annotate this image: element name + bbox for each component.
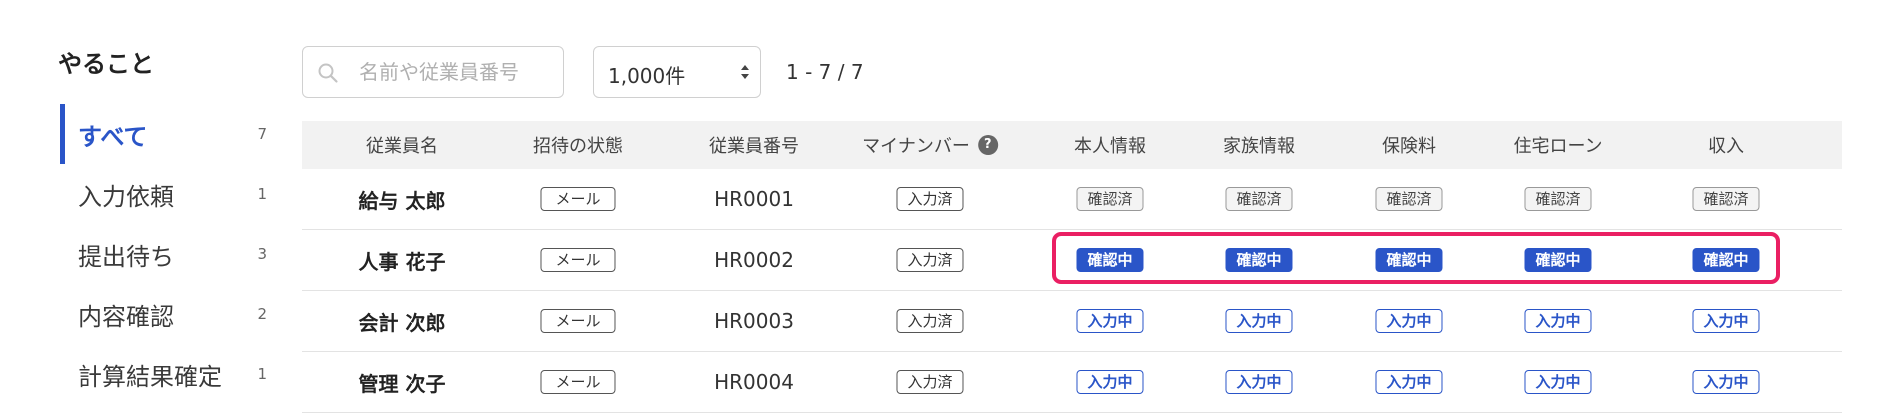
mynumber-status-badge: 入力済: [896, 370, 964, 394]
self-info-status-badge[interactable]: 入力中: [1076, 370, 1144, 394]
mynumber-status-badge: 入力済: [896, 309, 964, 333]
sidebar-item-label: すべて: [78, 122, 148, 151]
invite-status-badge: メール: [540, 370, 616, 394]
self-info-status-badge[interactable]: 確認済: [1076, 187, 1144, 211]
family-info-status-badge[interactable]: 入力中: [1225, 370, 1293, 394]
column-header-self[interactable]: 本人情報: [1074, 121, 1146, 169]
table-row[interactable]: 管理 次子 メール HR0004 入力済 入力中 入力中 入力中 入力中 入力中: [302, 352, 1842, 413]
search-box[interactable]: [302, 46, 564, 98]
income-status-badge[interactable]: 入力中: [1692, 370, 1760, 394]
employee-number: HR0004: [714, 370, 794, 394]
employee-number: HR0001: [714, 187, 794, 211]
insurance-status-badge[interactable]: 入力中: [1375, 370, 1443, 394]
table-row[interactable]: 人事 花子 メール HR0002 入力済 確認中 確認中 確認中 確認中 確認中: [302, 230, 1842, 291]
employee-name[interactable]: 人事 花子: [359, 246, 446, 275]
pagination-range: 1 - 7 / 7: [786, 60, 864, 84]
search-input[interactable]: [359, 57, 549, 87]
table-header: 従業員名 招待の状態 従業員番号 マイナンバー ? 本人情報 家族情報 保険料 …: [302, 121, 1842, 169]
column-header-income[interactable]: 収入: [1708, 121, 1744, 169]
mynumber-status-badge: 入力済: [896, 248, 964, 272]
family-info-status-badge[interactable]: 入力中: [1225, 309, 1293, 333]
insurance-status-badge[interactable]: 入力中: [1375, 309, 1443, 333]
sidebar-item-count: 1: [257, 365, 267, 383]
per-page-value: 1,000件: [608, 64, 686, 88]
family-info-status-badge[interactable]: 確認中: [1225, 248, 1293, 272]
sidebar-item-count: 3: [257, 245, 267, 263]
employee-table: 従業員名 招待の状態 従業員番号 マイナンバー ? 本人情報 家族情報 保険料 …: [302, 121, 1842, 413]
sidebar-item-label: 計算結果確定: [78, 362, 222, 391]
loan-status-badge[interactable]: 確認済: [1524, 187, 1592, 211]
loan-status-badge[interactable]: 入力中: [1524, 370, 1592, 394]
invite-status-badge: メール: [540, 187, 616, 211]
loan-status-badge[interactable]: 確認中: [1524, 248, 1592, 272]
family-info-status-badge[interactable]: 確認済: [1225, 187, 1293, 211]
insurance-status-badge[interactable]: 確認中: [1375, 248, 1443, 272]
column-header-insurance[interactable]: 保険料: [1382, 121, 1436, 169]
sidebar-item-all[interactable]: すべて 7: [60, 104, 275, 164]
column-header-label: マイナンバー: [862, 136, 970, 157]
loan-status-badge[interactable]: 入力中: [1524, 309, 1592, 333]
column-header-family[interactable]: 家族情報: [1223, 121, 1295, 169]
sidebar-item-input-request[interactable]: 入力依頼 1: [60, 164, 275, 224]
insurance-status-badge[interactable]: 確認済: [1375, 187, 1443, 211]
column-header-mynumber[interactable]: マイナンバー ?: [862, 121, 998, 169]
invite-status-badge: メール: [540, 309, 616, 333]
sidebar-item-label: 内容確認: [78, 302, 174, 331]
sidebar-item-count: 2: [257, 305, 267, 323]
invite-status-badge: メール: [540, 248, 616, 272]
employee-name[interactable]: 管理 次子: [359, 368, 446, 397]
sidebar-item-calc-confirm[interactable]: 計算結果確定 1: [60, 344, 275, 404]
column-header-invite[interactable]: 招待の状態: [533, 121, 623, 169]
employee-name[interactable]: 会計 次郎: [359, 307, 446, 336]
sidebar: やること すべて 7 入力依頼 1 提出待ち 3 内容確認 2 計算結果確定 1: [0, 0, 290, 416]
search-icon: [318, 63, 338, 83]
table-row[interactable]: 給与 太郎 メール HR0001 入力済 確認済 確認済 確認済 確認済 確認済: [302, 169, 1842, 230]
income-status-badge[interactable]: 確認済: [1692, 187, 1760, 211]
sidebar-item-count: 7: [257, 125, 267, 143]
self-info-status-badge[interactable]: 確認中: [1076, 248, 1144, 272]
sidebar-item-label: 提出待ち: [78, 242, 174, 271]
mynumber-status-badge: 入力済: [896, 187, 964, 211]
column-header-empno[interactable]: 従業員番号: [709, 121, 799, 169]
employee-name[interactable]: 給与 太郎: [359, 185, 446, 214]
income-status-badge[interactable]: 確認中: [1692, 248, 1760, 272]
column-header-name[interactable]: 従業員名: [366, 121, 438, 169]
column-header-loan[interactable]: 住宅ローン: [1513, 121, 1602, 169]
page: やること すべて 7 入力依頼 1 提出待ち 3 内容確認 2 計算結果確定 1: [0, 0, 1894, 416]
employee-number: HR0002: [714, 248, 794, 272]
per-page-select[interactable]: 1,000件: [593, 46, 761, 98]
self-info-status-badge[interactable]: 入力中: [1076, 309, 1144, 333]
table-row[interactable]: 会計 次郎 メール HR0003 入力済 入力中 入力中 入力中 入力中 入力中: [302, 291, 1842, 352]
active-indicator: [60, 104, 65, 164]
sidebar-title: やること: [58, 50, 154, 78]
select-arrows-icon: [741, 65, 749, 79]
employee-number: HR0003: [714, 309, 794, 333]
sidebar-item-label: 入力依頼: [78, 182, 174, 211]
sidebar-item-awaiting-submission[interactable]: 提出待ち 3: [60, 224, 275, 284]
sidebar-item-count: 1: [257, 185, 267, 203]
sidebar-item-content-review[interactable]: 内容確認 2: [60, 284, 275, 344]
income-status-badge[interactable]: 入力中: [1692, 309, 1760, 333]
help-icon[interactable]: ?: [977, 135, 998, 155]
